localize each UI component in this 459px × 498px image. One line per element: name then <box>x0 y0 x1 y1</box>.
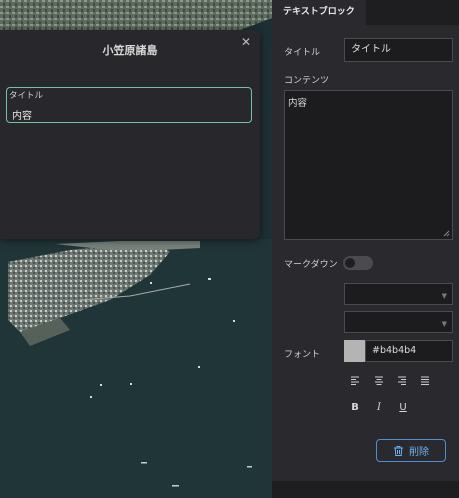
map-popup: 小笠原諸島 ✕ タイトル 内容 <box>0 30 260 239</box>
title-input[interactable]: タイトル <box>344 38 453 62</box>
font-size-select[interactable]: ▼ <box>344 311 453 333</box>
content-label: コンテンツ <box>284 76 330 86</box>
popup-block-content: 内容 <box>12 111 32 122</box>
markdown-toggle[interactable] <box>343 256 373 270</box>
tab-bar: テキストブロック <box>272 0 459 25</box>
tab-text-block[interactable]: テキストブロック <box>272 0 366 25</box>
font-color-swatch[interactable] <box>344 340 365 362</box>
content-textarea[interactable]: 内容 <box>284 90 453 240</box>
trash-icon <box>394 445 403 456</box>
panel-footer <box>272 481 459 498</box>
delete-label: 削除 <box>409 447 429 458</box>
popup-block-title: タイトル <box>9 91 44 101</box>
font-label: フォント <box>284 350 321 360</box>
delete-button[interactable]: 削除 <box>376 439 446 462</box>
align-left-icon[interactable] <box>348 373 362 387</box>
resize-grip-icon[interactable] <box>443 230 450 237</box>
bold-icon[interactable]: B <box>348 401 362 415</box>
content-text: 内容 <box>288 98 308 109</box>
popup-text-block[interactable]: タイトル 内容 <box>6 87 252 123</box>
chevron-down-icon: ▼ <box>441 292 447 300</box>
underline-icon[interactable]: U <box>396 401 410 415</box>
align-right-icon[interactable] <box>395 373 409 387</box>
toggle-knob <box>345 258 355 268</box>
chevron-down-icon: ▼ <box>441 320 447 328</box>
popup-title: 小笠原諸島 <box>102 44 158 57</box>
align-justify-icon[interactable] <box>418 373 432 387</box>
italic-icon[interactable]: I <box>372 401 386 415</box>
text-block-editor-panel: テキストブロック タイトル タイトル コンテンツ 内容 マークダウン ▼ ▼ フ… <box>272 0 459 498</box>
markdown-label: マークダウン <box>284 260 338 270</box>
align-center-icon[interactable] <box>372 373 386 387</box>
font-color-input[interactable]: #b4b4b4 <box>365 340 453 362</box>
title-label: タイトル <box>284 48 321 58</box>
close-icon[interactable]: ✕ <box>240 36 252 48</box>
font-family-select[interactable]: ▼ <box>344 283 453 305</box>
